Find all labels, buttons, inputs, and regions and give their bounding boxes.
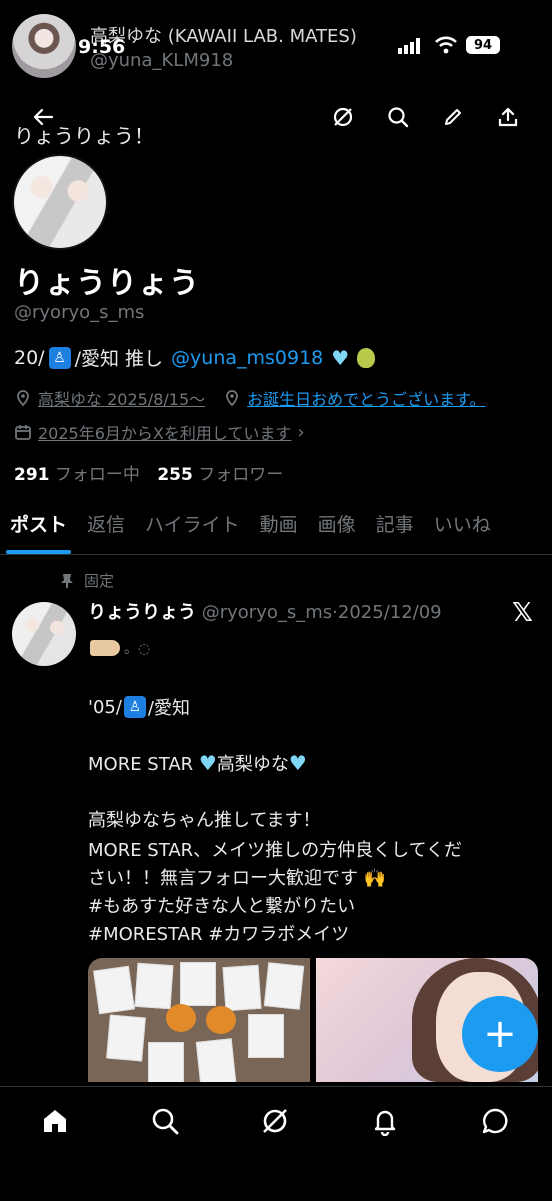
chat-bubble-icon	[482, 1108, 508, 1134]
post-line-morestar: MORE STAR ♥高梨ゆな♥	[88, 751, 307, 775]
tab-articles[interactable]: 記事	[366, 498, 424, 554]
person-emoji-icon: ♙	[123, 696, 146, 718]
signal-icon	[398, 38, 422, 54]
tab-videos[interactable]: 動画	[250, 498, 308, 554]
post-avatar[interactable]	[12, 602, 76, 666]
grok-icon	[333, 107, 353, 127]
display-name: りょうりょう	[14, 266, 200, 301]
light-blue-heart-icon: ♥	[331, 345, 350, 370]
pinned-label: 固定	[84, 572, 115, 590]
hashtag-1-link[interactable]: #もあすた好きな人と繋がりたい	[88, 892, 355, 918]
follow-stats: 291 フォロー中 255 フォロワー	[14, 460, 283, 485]
nav-messages[interactable]	[477, 1103, 513, 1139]
search-button[interactable]	[381, 100, 415, 134]
nav-home[interactable]	[37, 1103, 73, 1139]
profile-meta-row-1: 高梨ゆな 2025/8/15～ お誕生日おめでとうございます。	[14, 386, 486, 410]
bio-mention-link[interactable]: @yuna_ms0918	[171, 347, 323, 369]
post-header: りょうりょう @ryoryo_s_ms·2025/12/09	[88, 598, 442, 624]
header-title: りょうりょう！	[14, 124, 154, 148]
chevron-right-icon: ›	[297, 421, 305, 443]
share-icon	[498, 107, 518, 127]
person-emoji-icon: ♙	[48, 346, 71, 369]
label-tag-icon	[90, 640, 120, 656]
nav-notifications[interactable]	[367, 1103, 403, 1139]
plus-icon: +	[483, 1011, 517, 1057]
post-line-oshi: 高梨ゆなちゃん推してます！	[88, 810, 321, 831]
raised-hands-emoji-icon: 🙌	[363, 868, 387, 889]
pin-icon	[61, 573, 73, 588]
x-logo-icon: 𝕏	[512, 598, 533, 628]
light-blue-heart-icon: ♥	[198, 751, 217, 775]
tag-suffix: 。◌	[124, 641, 151, 657]
profile-avatar[interactable]	[12, 154, 108, 250]
affiliation-text[interactable]: 高梨ゆな 2025/8/15～	[38, 386, 205, 410]
following-stat[interactable]: 291 フォロー中	[14, 465, 140, 485]
bio-middle: /愛知 推し	[74, 348, 164, 370]
tab-highlights[interactable]: ハイライト	[135, 498, 250, 554]
post-line-request-1: MORE STAR、メイツ推しの方仲良くしてくだ	[88, 840, 463, 861]
profile-handle: @ryoryo_s_ms	[14, 302, 145, 323]
tab-posts[interactable]: ポスト	[0, 498, 77, 554]
nav-search[interactable]	[147, 1103, 183, 1139]
edit-button[interactable]	[436, 100, 470, 134]
grok-button[interactable]	[326, 100, 360, 134]
post-author-handle[interactable]: @ryoryo_s_ms	[202, 602, 332, 623]
pinned-indicator: 固定	[60, 570, 114, 591]
home-icon	[44, 1110, 66, 1132]
bottom-navigation	[0, 1086, 552, 1201]
affiliation-pin-icon	[17, 390, 29, 407]
nav-grok[interactable]	[257, 1103, 293, 1139]
status-time: 9:56	[78, 36, 126, 58]
post-line-age: '05/ ♙ /愛知	[88, 696, 190, 719]
bio-prefix: 20/	[14, 346, 45, 369]
post-date[interactable]: 2025/12/09	[338, 602, 442, 623]
location-icon	[226, 390, 239, 407]
tab-likes[interactable]: いいね	[424, 498, 501, 554]
tab-images[interactable]: 画像	[308, 498, 366, 554]
hashtag-2-link[interactable]: #MORESTAR #カワラボメイツ	[88, 920, 349, 946]
compose-fab-button[interactable]: +	[462, 996, 538, 1072]
search-icon	[388, 107, 409, 128]
sticky-header-avatar	[12, 14, 76, 78]
sticky-header-name: 高梨ゆな (KAWAII LAB. MATES)	[90, 26, 357, 47]
profile-meta-row-2: 2025年6月からXを利用しています ›	[14, 420, 305, 444]
share-button[interactable]	[491, 100, 525, 134]
pear-emoji-icon	[357, 347, 376, 368]
post-author-name[interactable]: りょうりょう	[88, 602, 196, 623]
profile-tabs: ポスト 返信 ハイライト 動画 画像 記事 いいね	[0, 498, 552, 555]
wifi-icon	[434, 36, 458, 54]
pencil-icon	[445, 109, 461, 125]
tab-replies[interactable]: 返信	[77, 498, 135, 554]
post-line-request-2: さい！！無言フォロー大歓迎です 🙌	[88, 868, 387, 889]
joined-text[interactable]: 2025年6月からXを利用しています	[38, 420, 291, 444]
location-text[interactable]: お誕生日おめでとうございます。	[247, 386, 485, 410]
bell-icon	[374, 1110, 396, 1136]
grok-icon	[263, 1109, 287, 1133]
search-icon	[152, 1108, 179, 1135]
calendar-icon	[15, 425, 31, 440]
profile-bio: 20/ ♙ /愛知 推し @yuna_ms0918 ♥	[14, 344, 376, 371]
post-tag-line: 。◌	[90, 638, 150, 658]
followers-stat[interactable]: 255 フォロワー	[157, 465, 283, 485]
post-media-1[interactable]	[88, 958, 310, 1082]
battery-indicator: 94	[466, 36, 500, 54]
light-blue-heart-icon: ♥	[288, 751, 307, 775]
